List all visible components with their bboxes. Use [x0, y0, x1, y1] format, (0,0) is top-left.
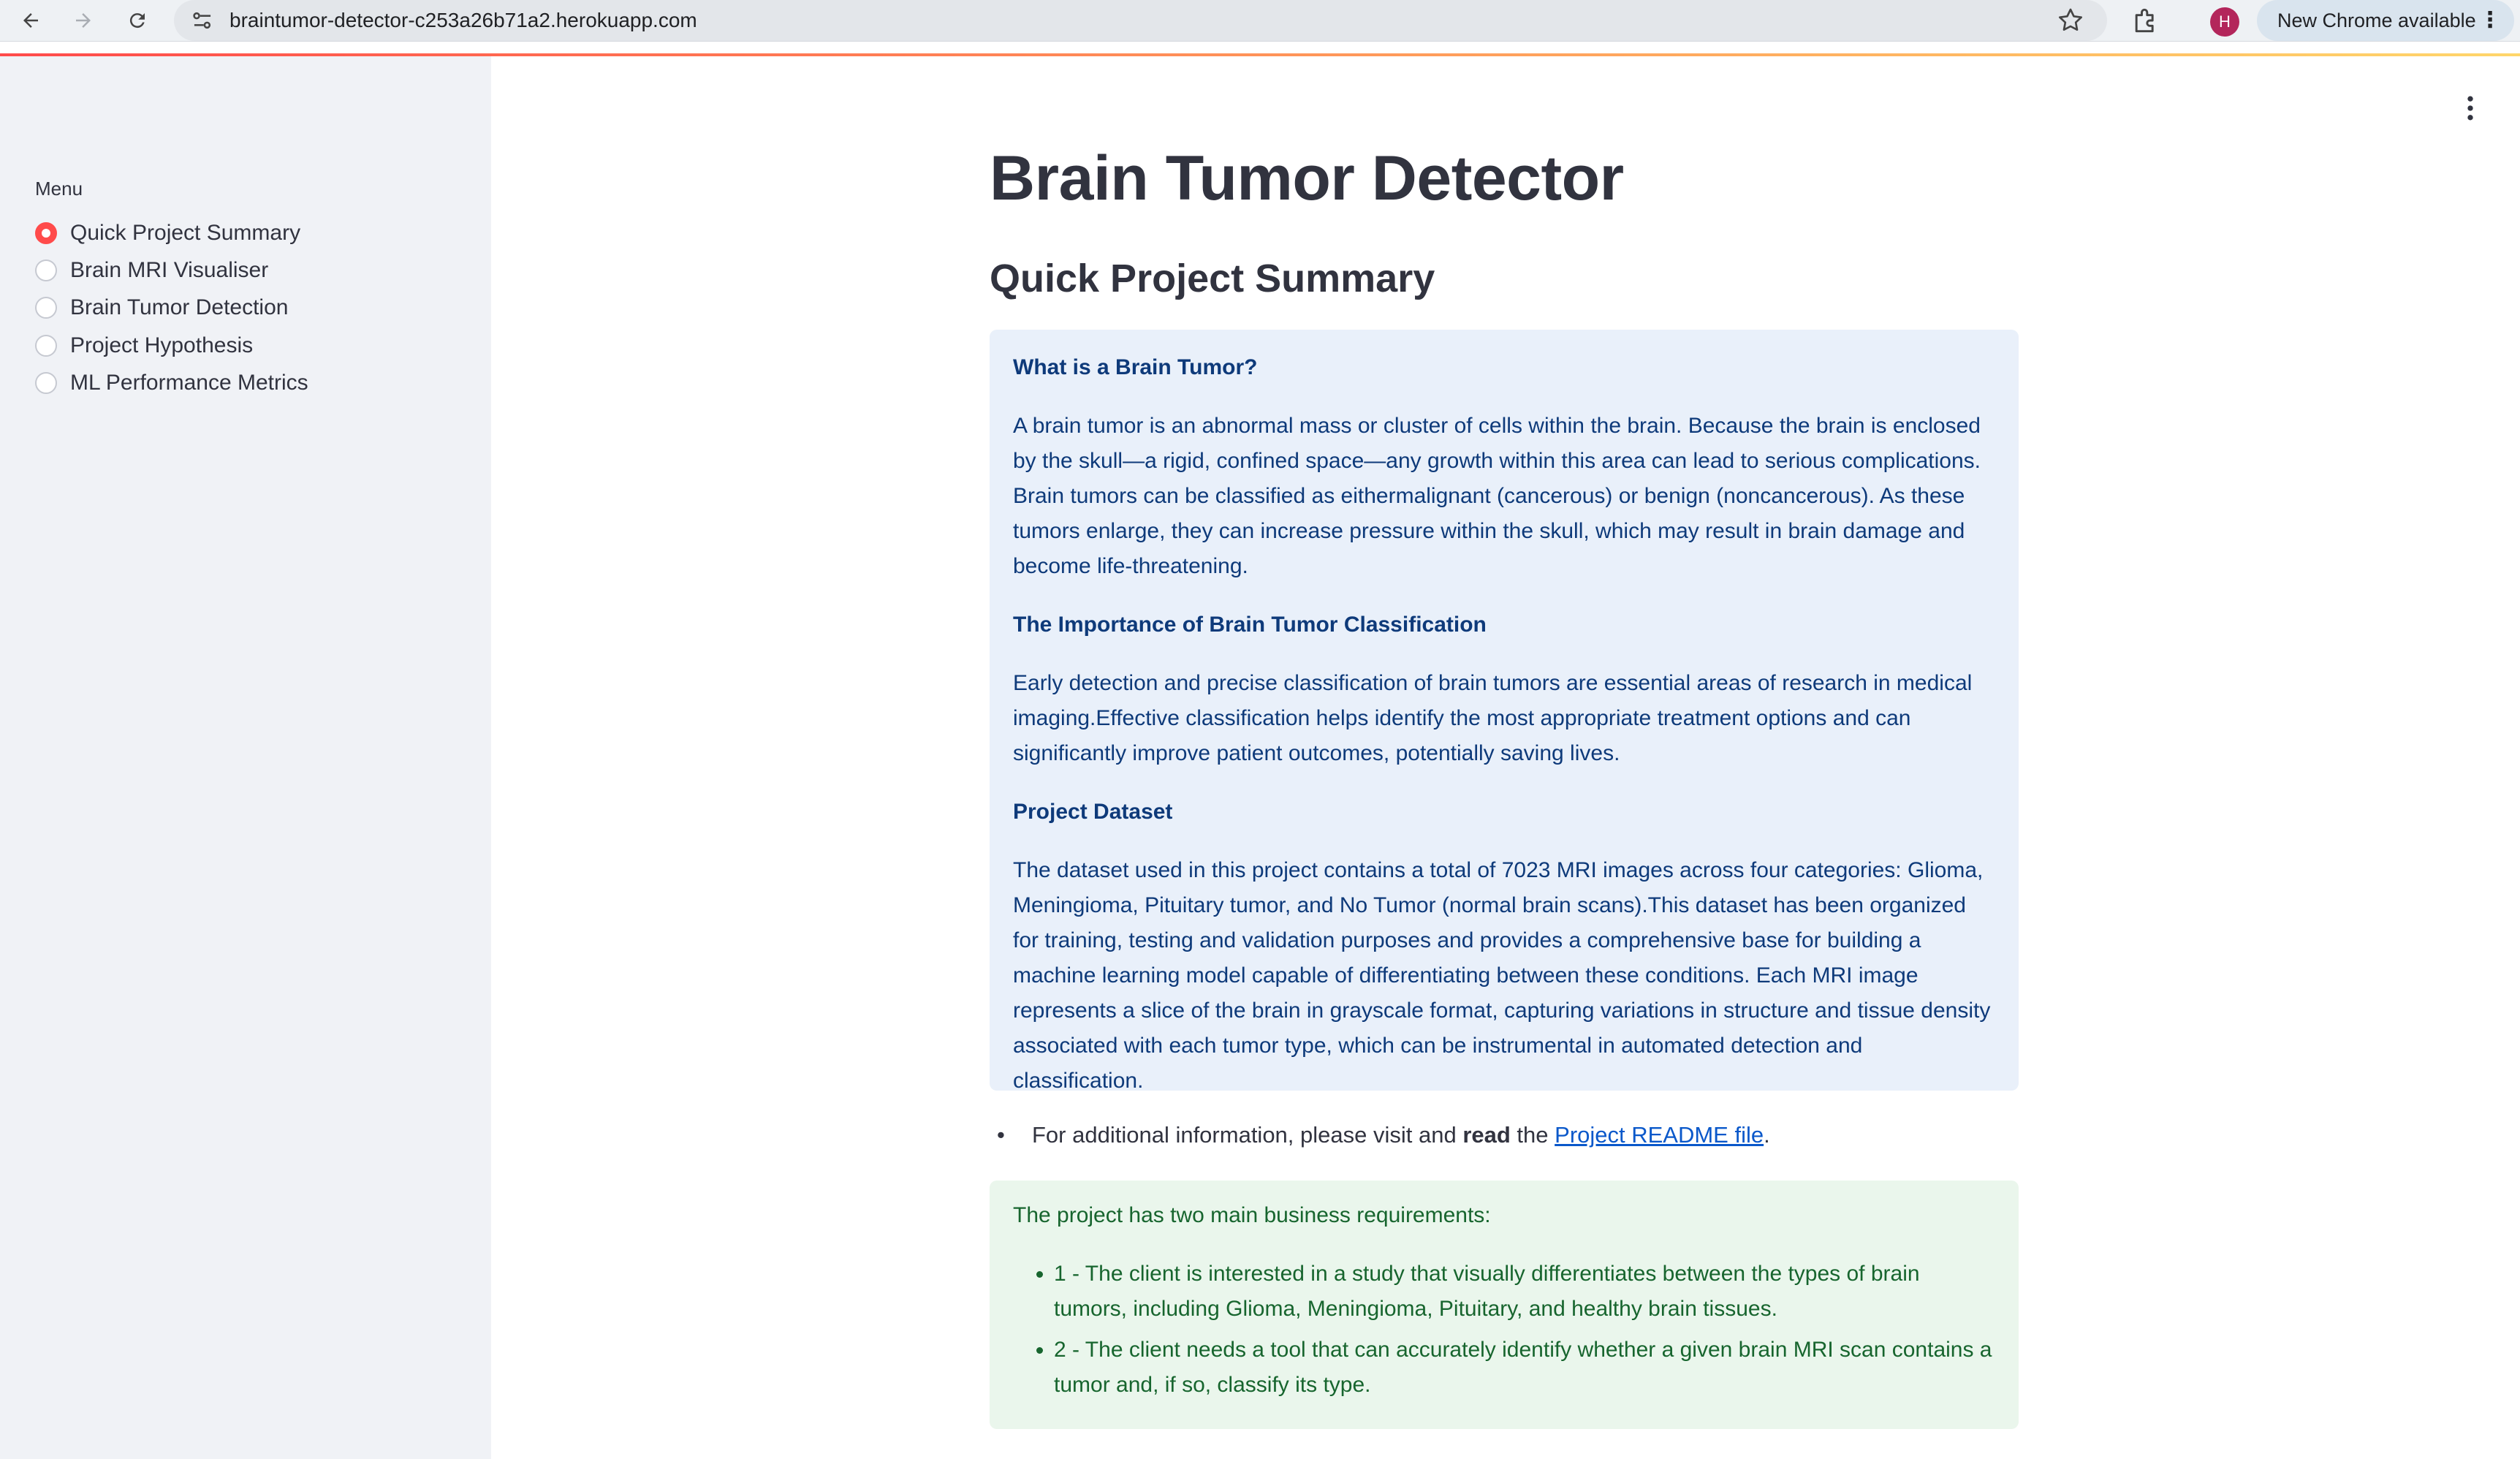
info-heading-what-is: What is a Brain Tumor? — [1013, 355, 1258, 379]
readme-text-bold: read — [1462, 1122, 1511, 1148]
radio-unchecked-icon — [35, 372, 57, 394]
sidebar-item-label: Quick Project Summary — [70, 221, 301, 245]
requirement-item: 2 - The client needs a tool that can acc… — [1054, 1333, 1995, 1403]
info-paragraph-dataset: The dataset used in this project contain… — [1013, 858, 1991, 1093]
readme-text-after: . — [1764, 1122, 1770, 1148]
main-menu-icon[interactable] — [2457, 92, 2483, 124]
bookmark-star-icon[interactable] — [2056, 6, 2085, 35]
reload-button[interactable] — [121, 4, 153, 37]
readme-text-before: For additional information, please visit… — [1032, 1122, 1463, 1148]
url-text[interactable]: braintumor-detector-c253a26b71a2.herokua… — [229, 0, 697, 41]
sidebar-item-ml-performance-metrics[interactable]: ML Performance Metrics — [35, 365, 308, 401]
readme-text-middle: the — [1510, 1122, 1555, 1148]
readme-link[interactable]: Project README file — [1555, 1122, 1764, 1148]
readme-text: For additional information, please visit… — [1032, 1118, 1770, 1153]
radio-unchecked-icon — [35, 335, 57, 357]
radio-checked-icon — [35, 222, 57, 244]
extensions-puzzle-icon[interactable] — [2130, 4, 2162, 37]
info-paragraph-importance: Early detection and precise classificati… — [1013, 671, 1973, 765]
requirements-callout: The project has two main business requir… — [990, 1181, 2019, 1429]
sidebar-item-label: Brain MRI Visualiser — [70, 258, 269, 282]
requirements-intro: The project has two main business requir… — [1013, 1203, 1491, 1227]
chrome-update-button[interactable]: New Chrome available ⋮ — [2257, 0, 2514, 41]
radio-unchecked-icon — [35, 297, 57, 319]
arrow-left-icon — [23, 13, 38, 28]
forward-button[interactable] — [67, 4, 99, 37]
info-paragraph-what-is: A brain tumor is an abnormal mass or clu… — [1013, 414, 1981, 578]
info-heading-importance: The Importance of Brain Tumor Classifica… — [1013, 613, 1487, 637]
sidebar-item-brain-tumor-detection[interactable]: Brain Tumor Detection — [35, 289, 288, 326]
sidebar-item-quick-project-summary[interactable]: Quick Project Summary — [35, 215, 300, 251]
sidebar-item-project-hypothesis[interactable]: Project Hypothesis — [35, 327, 253, 364]
browser-toolbar: braintumor-detector-c253a26b71a2.herokua… — [0, 0, 2520, 42]
arrow-right-icon — [76, 13, 91, 28]
bullet-dot: • — [997, 1122, 1005, 1148]
section-title: Quick Project Summary — [990, 257, 1435, 300]
back-button[interactable] — [15, 4, 47, 37]
chrome-update-label: New Chrome available — [2277, 10, 2476, 31]
reload-icon — [129, 13, 145, 29]
info-heading-dataset: Project Dataset — [1013, 800, 1173, 824]
kebab-menu-icon: ⋮ — [2479, 8, 2501, 32]
sidebar-item-brain-mri-visualiser[interactable]: Brain MRI Visualiser — [35, 252, 268, 289]
requirement-item: 1 - The client is interested in a study … — [1054, 1257, 1995, 1327]
page-title: Brain Tumor Detector — [990, 143, 1624, 213]
radio-unchecked-icon — [35, 259, 57, 281]
profile-avatar[interactable]: H — [2210, 7, 2239, 37]
sidebar-item-label: Project Hypothesis — [70, 333, 254, 357]
sidebar-item-label: Brain Tumor Detection — [70, 295, 289, 319]
sidebar-item-label: ML Performance Metrics — [70, 371, 308, 395]
info-callout: What is a Brain Tumor? A brain tumor is … — [990, 330, 2019, 1093]
site-settings-icon[interactable] — [189, 7, 216, 34]
requirements-list: 1 - The client is interested in a study … — [1013, 1257, 1995, 1403]
address-bar[interactable]: braintumor-detector-c253a26b71a2.herokua… — [174, 0, 2107, 41]
sidebar-menu-label: Menu — [35, 178, 83, 200]
